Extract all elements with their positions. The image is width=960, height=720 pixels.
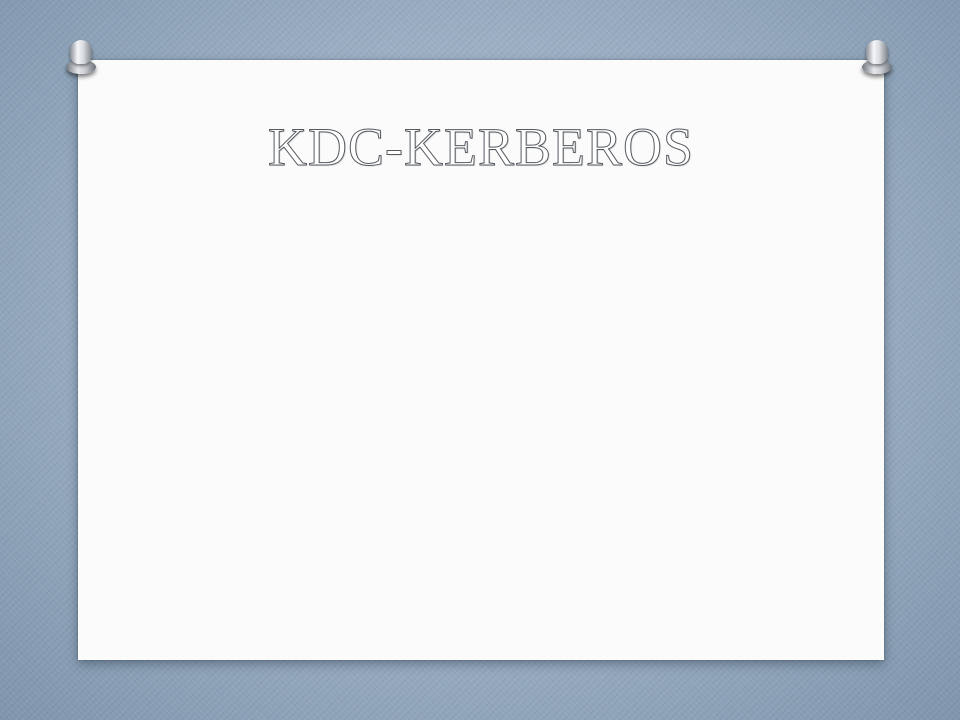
pushpin-icon — [66, 40, 96, 76]
paper-sheet: KDC-KERBEROS — [78, 60, 884, 660]
slide-title: KDC-KERBEROS — [267, 117, 695, 178]
pushpin-icon — [862, 40, 892, 76]
